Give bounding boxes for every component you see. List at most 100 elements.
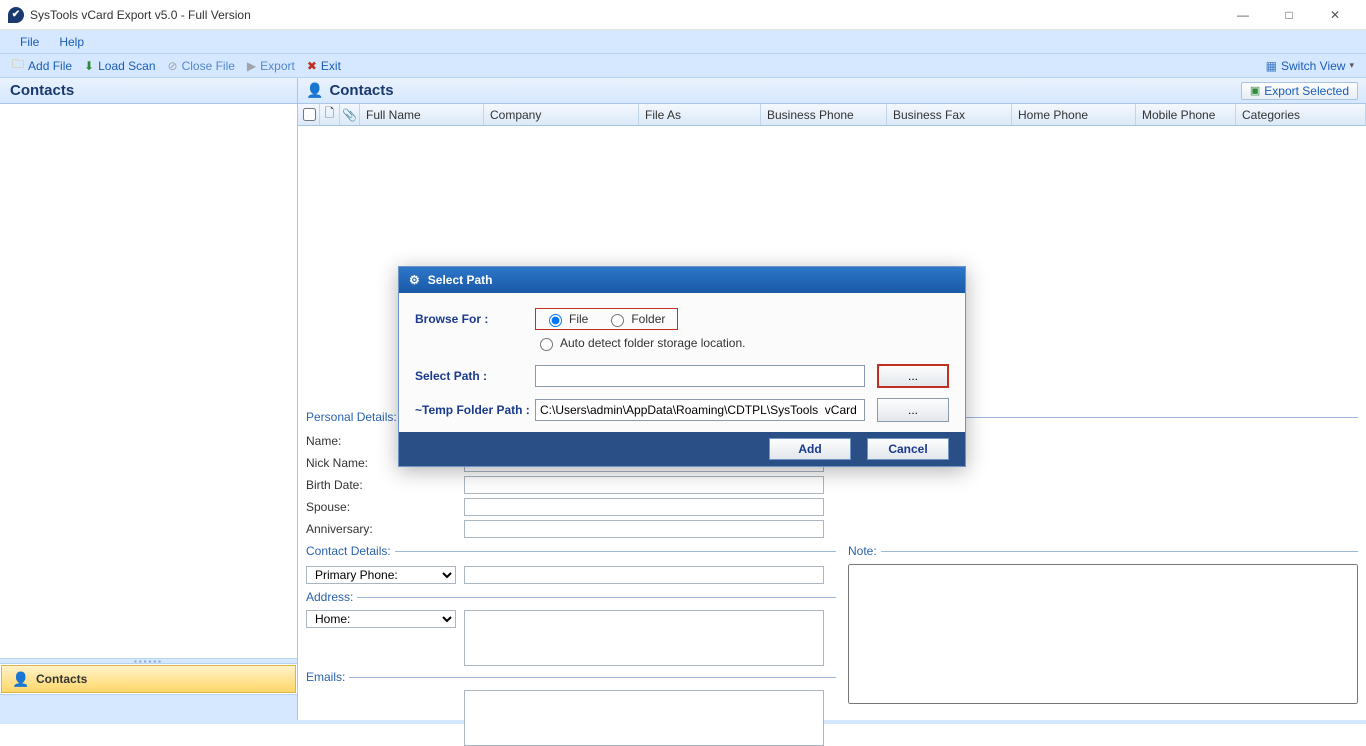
col-file-as[interactable]: File As — [639, 104, 761, 125]
auto-detect-label: Auto detect folder storage location. — [560, 336, 745, 350]
minimize-button[interactable]: — — [1220, 0, 1266, 30]
note-input[interactable] — [848, 564, 1358, 704]
browse-for-radio-group: File Folder — [535, 308, 678, 330]
export-icon: ▣ — [1250, 84, 1260, 97]
app-icon: ✔ — [8, 7, 24, 23]
col-categories[interactable]: Categories — [1236, 104, 1366, 125]
browse-temp-button[interactable]: ... — [877, 398, 949, 422]
export-selected-label: Export Selected — [1264, 84, 1349, 98]
col-icon1: 🗋 — [320, 104, 340, 125]
dialog-footer: Add Cancel — [399, 432, 965, 466]
maximize-button[interactable]: □ — [1266, 0, 1312, 30]
sidebar-tree — [0, 104, 297, 658]
sidebar-footer — [0, 694, 297, 720]
main-header: 👤 Contacts ▣ Export Selected — [298, 78, 1366, 104]
col-checkbox[interactable] — [298, 104, 320, 125]
contacts-icon: 👤 — [306, 82, 323, 99]
note-legend: Note: — [848, 544, 881, 558]
close-file-button[interactable]: ⊘ Close File — [162, 59, 241, 73]
emails-legend: Emails: — [306, 670, 349, 684]
radio-folder-input[interactable] — [611, 314, 624, 327]
spouse-input[interactable] — [464, 498, 824, 516]
select-all-checkbox[interactable] — [303, 108, 316, 121]
temp-folder-input[interactable] — [535, 399, 865, 421]
col-business-fax[interactable]: Business Fax — [887, 104, 1012, 125]
export-button[interactable]: ▶ Export — [241, 59, 301, 73]
sidebar: Contacts ▪▪▪▪▪▪ 👤 Contacts — [0, 78, 298, 720]
radio-file-label: File — [569, 312, 588, 326]
export-label: Export — [260, 59, 295, 73]
menu-bar: File Help — [0, 30, 1366, 54]
sidebar-heading: Contacts — [0, 78, 297, 104]
primary-phone-input[interactable] — [464, 566, 824, 584]
col-icon2: 📎 — [340, 104, 360, 125]
browse-path-button[interactable]: ... — [877, 364, 949, 388]
exit-label: Exit — [321, 59, 341, 73]
contacts-icon: 👤 — [12, 671, 28, 687]
browse-for-label: Browse For : — [415, 312, 535, 326]
menu-help[interactable]: Help — [49, 33, 94, 51]
download-icon: ⬇ — [84, 59, 94, 73]
personal-details-legend: Personal Details: — [306, 410, 401, 424]
spouse-label: Spouse: — [306, 500, 456, 514]
main-heading: Contacts — [329, 82, 393, 99]
add-button[interactable]: Add — [769, 438, 851, 460]
load-scan-label: Load Scan — [98, 59, 155, 73]
col-home-phone[interactable]: Home Phone — [1012, 104, 1136, 125]
select-path-input[interactable] — [535, 365, 865, 387]
page-icon: 🗋 — [325, 104, 335, 125]
window-title: SysTools vCard Export v5.0 - Full Versio… — [30, 8, 251, 22]
switch-view-button[interactable]: ▦ Switch View ▾ — [1260, 59, 1360, 73]
load-scan-button[interactable]: ⬇ Load Scan — [78, 59, 161, 73]
switch-view-label: Switch View — [1281, 59, 1345, 73]
radio-auto-detect-input[interactable] — [540, 338, 553, 351]
close-file-icon: ⊘ — [168, 59, 178, 73]
birthdate-input[interactable] — [464, 476, 824, 494]
emails-input[interactable] — [464, 690, 824, 746]
primary-phone-select[interactable]: Primary Phone: — [306, 566, 456, 584]
radio-file[interactable]: File — [544, 311, 588, 327]
radio-folder[interactable]: Folder — [606, 311, 665, 327]
exit-button[interactable]: ✖Exit — [301, 59, 347, 73]
col-mobile-phone[interactable]: Mobile Phone — [1136, 104, 1236, 125]
dialog-title-bar[interactable]: ⚙ Select Path — [399, 267, 965, 293]
anniv-label: Anniversary: — [306, 522, 456, 536]
chevron-down-icon: ▾ — [1349, 60, 1354, 71]
col-business-phone[interactable]: Business Phone — [761, 104, 887, 125]
close-file-label: Close File — [182, 59, 235, 73]
sidebar-splitter[interactable]: ▪▪▪▪▪▪ — [0, 658, 297, 664]
export-selected-button[interactable]: ▣ Export Selected — [1241, 82, 1358, 100]
address-input[interactable] — [464, 610, 824, 666]
radio-auto-detect[interactable]: Auto detect folder storage location. — [535, 335, 745, 351]
close-button[interactable]: ✕ — [1312, 0, 1358, 30]
add-file-button[interactable]: 🗀 Add File — [6, 55, 78, 76]
contact-details-section: Contact Details: Primary Phone: — [306, 544, 836, 586]
col-full-name[interactable]: Full Name — [360, 104, 484, 125]
address-legend: Address: — [306, 590, 357, 604]
select-path-dialog: ⚙ Select Path Browse For : File Folder A… — [398, 266, 966, 467]
toolbar: 🗀 Add File ⬇ Load Scan ⊘ Close File ▶ Export… — [0, 54, 1366, 78]
col-company[interactable]: Company — [484, 104, 639, 125]
sidebar-nav-label: Contacts — [36, 672, 87, 686]
attachment-icon: 📎 — [342, 108, 357, 122]
birth-label: Birth Date: — [306, 478, 456, 492]
cancel-button[interactable]: Cancel — [867, 438, 949, 460]
menu-file[interactable]: File — [10, 33, 49, 51]
play-icon: ▶ — [247, 59, 256, 73]
select-path-label: Select Path : — [415, 369, 535, 383]
emails-section: Emails: — [306, 670, 836, 746]
add-file-label: Add File — [28, 59, 72, 73]
radio-file-input[interactable] — [549, 314, 562, 327]
layout-icon: ▦ — [1266, 59, 1277, 73]
grid-header: 🗋 📎 Full Name Company File As Business P… — [298, 104, 1366, 126]
address-type-select[interactable]: Home: — [306, 610, 456, 628]
radio-folder-label: Folder — [631, 312, 665, 326]
address-section: Address: Home: — [306, 590, 836, 666]
folder-open-icon: 🗀 — [12, 55, 24, 76]
note-section: Note: — [848, 544, 1358, 704]
contact-details-legend: Contact Details: — [306, 544, 395, 558]
sidebar-nav-contacts[interactable]: 👤 Contacts — [1, 665, 296, 693]
dialog-title: Select Path — [428, 273, 493, 287]
anniversary-input[interactable] — [464, 520, 824, 538]
gear-icon: ⚙ — [409, 273, 420, 287]
